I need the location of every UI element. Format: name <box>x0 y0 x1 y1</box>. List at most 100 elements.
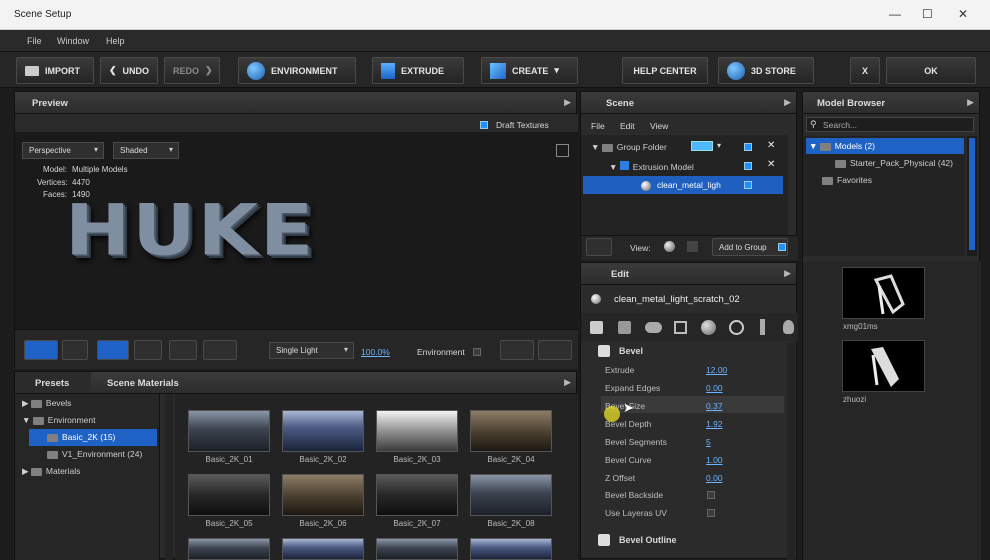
preset-thumb[interactable] <box>188 410 270 452</box>
undo-button[interactable]: ❮ UNDO <box>100 57 158 84</box>
maximize-icon[interactable]: ☐ <box>922 7 933 21</box>
bevel-backside-checkbox[interactable] <box>707 491 715 499</box>
expand-arrow-icon[interactable]: ▶ <box>564 377 571 388</box>
expand-arrow-icon[interactable]: ▶ <box>564 97 571 108</box>
color-swatch[interactable] <box>691 141 713 151</box>
image-tab-icon[interactable] <box>674 321 687 334</box>
scene-menu-file[interactable]: File <box>591 121 605 131</box>
extrude-button[interactable]: EXTRUDE <box>372 57 464 84</box>
prop-extrude-value[interactable]: 12.00 <box>706 365 727 375</box>
preset-thumb[interactable] <box>376 410 458 452</box>
preset-thumb[interactable] <box>282 474 364 516</box>
add-to-group-button[interactable]: Add to Group <box>712 238 788 256</box>
visible-checkbox[interactable] <box>744 143 752 151</box>
prop-z-offset-value[interactable]: 0.00 <box>706 473 723 483</box>
render-view-button[interactable] <box>538 340 572 360</box>
fullscreen-icon[interactable] <box>556 144 569 157</box>
draft-textures-checkbox[interactable] <box>480 121 488 129</box>
menu-help[interactable]: Help <box>106 36 125 46</box>
prop-bevel-size-value[interactable]: 0.37 <box>706 401 723 411</box>
light-tab-icon[interactable] <box>760 319 765 335</box>
browser-scrollbar[interactable] <box>967 136 977 256</box>
tree-item-materials[interactable]: ▶ Materials <box>22 466 80 477</box>
expand-arrow-icon[interactable]: ▶ <box>784 97 791 108</box>
tree-item-starter-pack[interactable]: Starter_Pack_Physical (42) <box>835 158 953 168</box>
scene-item-extrusion-model[interactable]: ▼ Extrusion Model <box>609 161 694 172</box>
scene-menu-view[interactable]: View <box>650 121 668 131</box>
camera-select[interactable]: Perspective <box>22 142 104 159</box>
axis-tool-button[interactable] <box>203 340 237 360</box>
shape-tab-icon[interactable] <box>618 321 631 334</box>
redo-button[interactable]: REDO ❯ <box>164 57 220 84</box>
add-to-group-checkbox[interactable] <box>778 243 786 251</box>
preset-thumb[interactable] <box>376 538 458 560</box>
model-thumb[interactable] <box>842 340 925 392</box>
delete-icon[interactable]: ✕ <box>767 140 775 151</box>
sphere-tab-icon[interactable] <box>701 320 716 335</box>
camera-tool-button[interactable] <box>24 340 58 360</box>
scene-item-material[interactable]: clean_metal_ligh <box>641 180 721 191</box>
preset-thumb[interactable] <box>282 410 364 452</box>
visible-checkbox[interactable] <box>744 181 752 189</box>
delete-icon[interactable]: ✕ <box>767 159 775 170</box>
preset-thumb[interactable] <box>470 474 552 516</box>
close-icon[interactable]: ✕ <box>958 7 968 21</box>
chevron-down-icon[interactable]: ▾ <box>717 141 721 150</box>
preset-thumb[interactable] <box>188 538 270 560</box>
prop-expand-edges-value[interactable]: 0.00 <box>706 383 723 393</box>
edit-scrollbar[interactable] <box>787 343 795 560</box>
shading-select[interactable]: Shaded <box>113 142 179 159</box>
visible-checkbox[interactable] <box>744 162 752 170</box>
view-texture-icon[interactable] <box>687 241 698 252</box>
preset-thumb[interactable] <box>188 474 270 516</box>
light-select[interactable]: Single Light <box>269 342 354 359</box>
preset-label: Basic_2K_03 <box>393 455 441 464</box>
preset-thumb[interactable] <box>376 474 458 516</box>
rotate-tool-button[interactable] <box>134 340 162 360</box>
scene-item-group-folder[interactable]: ▼ Group Folder <box>591 142 667 152</box>
3d-store-button[interactable]: 3D STORE <box>718 57 814 84</box>
tree-item-favorites[interactable]: Favorites <box>822 175 872 185</box>
prop-bevel-segments-value[interactable]: 5 <box>706 437 711 447</box>
tab-scene-materials[interactable]: Scene Materials <box>107 378 179 389</box>
environment-button[interactable]: ENVIRONMENT <box>238 57 356 84</box>
tree-scrollbar[interactable] <box>165 394 173 560</box>
view-sphere-icon[interactable] <box>664 241 675 252</box>
preset-thumb[interactable] <box>470 538 552 560</box>
preset-label: Basic_2K_04 <box>487 455 535 464</box>
gauge-tab-icon[interactable] <box>729 320 744 335</box>
material-tab-icon[interactable] <box>645 322 662 333</box>
select-tool-button[interactable] <box>62 340 88 360</box>
move-tool-button[interactable] <box>97 340 129 360</box>
preset-thumb[interactable] <box>470 410 552 452</box>
environment-checkbox[interactable] <box>473 348 481 356</box>
tree-item-models[interactable]: ▼ Models (2) <box>809 141 875 151</box>
tree-item-v1-environment[interactable]: V1_Environment (24) <box>47 449 142 459</box>
cancel-button[interactable]: X <box>850 57 880 84</box>
tree-item-bevels[interactable]: ▶ Bevels <box>22 398 71 409</box>
import-button[interactable]: IMPORT <box>16 57 94 84</box>
scene-menu-edit[interactable]: Edit <box>620 121 635 131</box>
bulb-tab-icon[interactable] <box>783 320 794 334</box>
scale-tool-button[interactable] <box>169 340 197 360</box>
model-thumb[interactable] <box>842 267 925 319</box>
prop-bevel-curve-value[interactable]: 1.00 <box>706 455 723 465</box>
prop-bevel-depth-value[interactable]: 1.92 <box>706 419 723 429</box>
use-layer-uv-checkbox[interactable] <box>707 509 715 517</box>
new-folder-button[interactable] <box>586 238 612 256</box>
tree-item-environment[interactable]: ▼ Environment <box>22 415 96 425</box>
preset-thumb[interactable] <box>282 538 364 560</box>
expand-arrow-icon[interactable]: ▶ <box>967 97 974 108</box>
expand-arrow-icon[interactable]: ▶ <box>784 268 791 279</box>
menu-file[interactable]: File <box>27 36 42 46</box>
help-center-button[interactable]: HELP CENTER <box>622 57 708 84</box>
ok-button[interactable]: OK <box>886 57 976 84</box>
tree-item-basic-2k[interactable]: Basic_2K (15) <box>47 432 115 442</box>
tab-presets[interactable]: Presets <box>35 378 69 389</box>
create-button[interactable]: CREATE ▾ <box>481 57 578 84</box>
bevel-tab-icon[interactable] <box>590 321 603 334</box>
minimize-icon[interactable]: — <box>889 7 901 21</box>
menu-window[interactable]: Window <box>57 36 89 46</box>
light-gizmo-button[interactable] <box>500 340 534 360</box>
zoom-value[interactable]: 100.0% <box>361 347 390 357</box>
